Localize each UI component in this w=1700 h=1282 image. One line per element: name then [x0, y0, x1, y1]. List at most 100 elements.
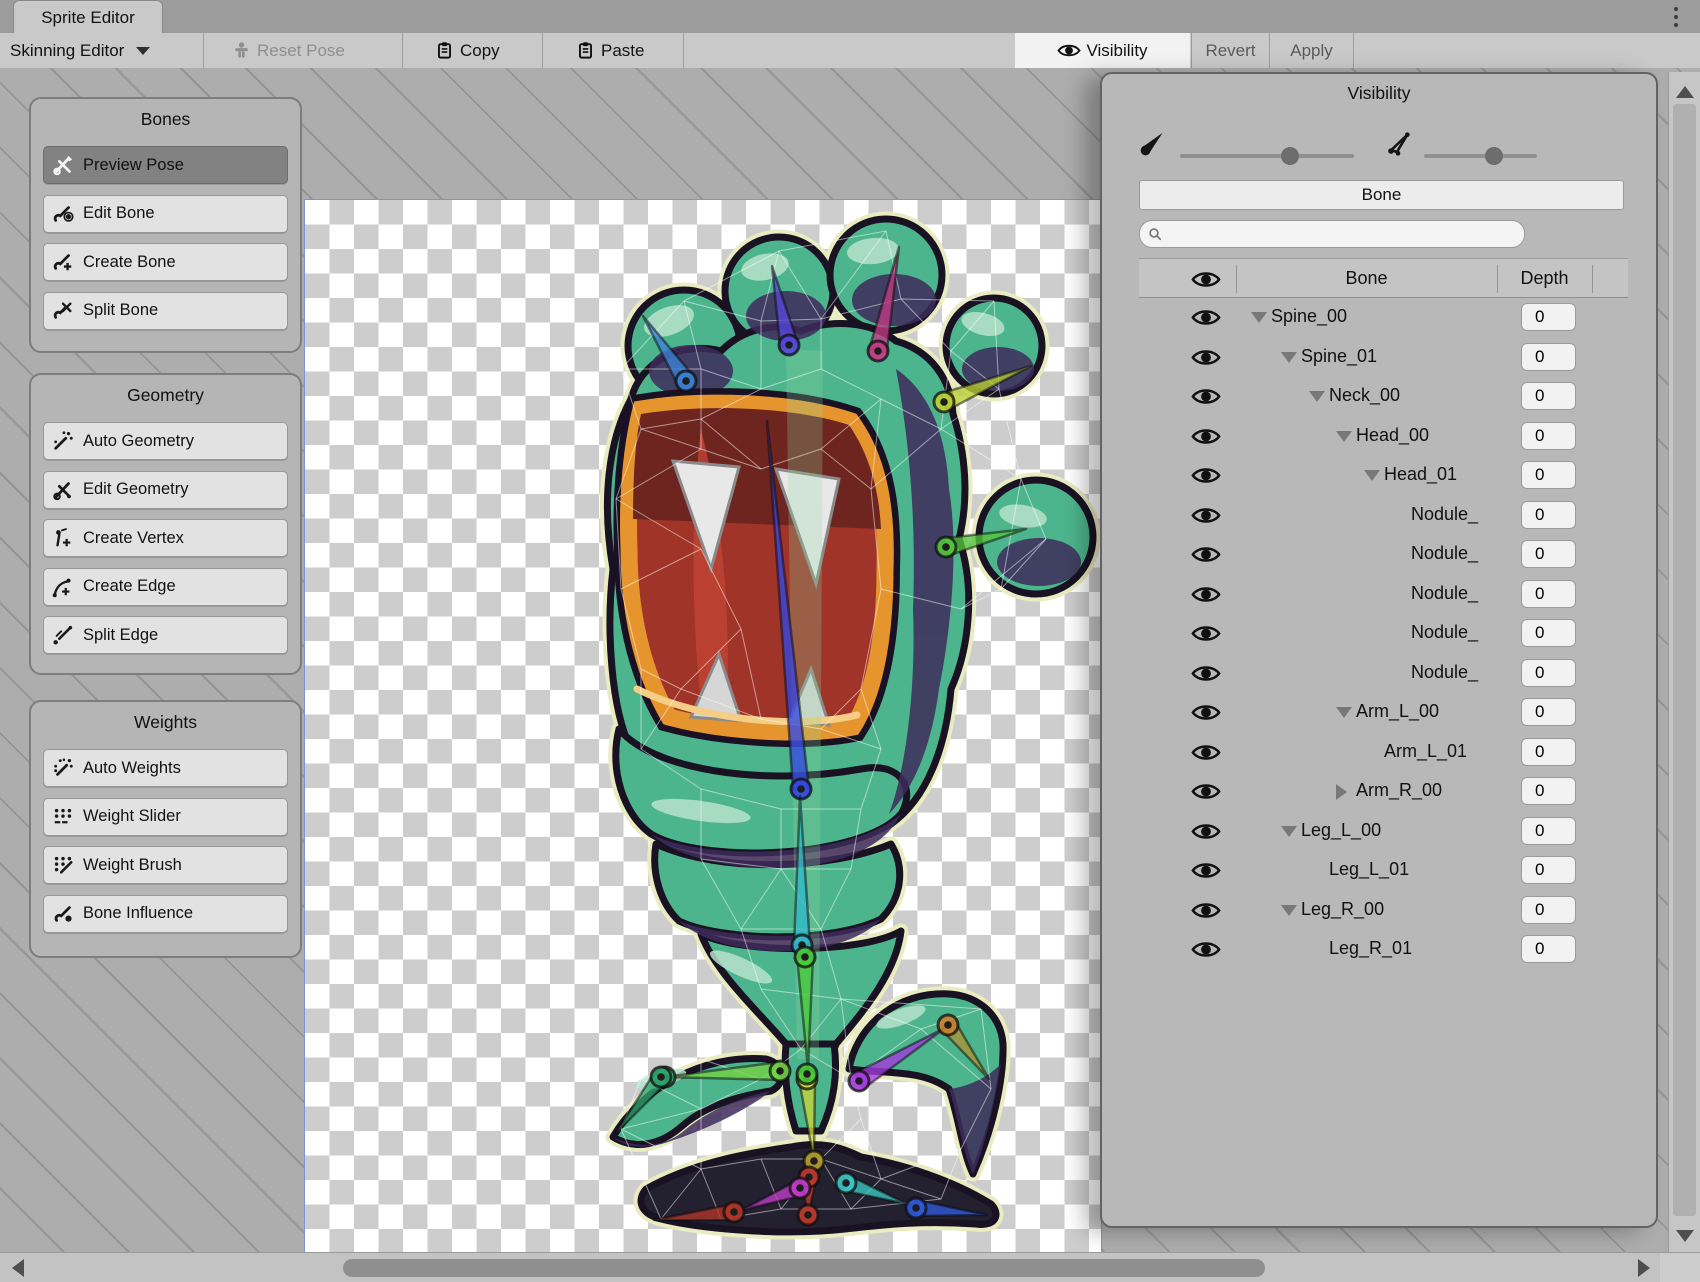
- depth-input[interactable]: [1521, 738, 1576, 766]
- bone-row-arm_r_00[interactable]: Arm_R_00: [1139, 772, 1628, 811]
- depth-input[interactable]: [1521, 698, 1576, 726]
- bone-row-neck_00[interactable]: Neck_00: [1139, 377, 1628, 416]
- eye-visibility-toggle[interactable]: [1191, 939, 1221, 960]
- search-input[interactable]: [1168, 223, 1512, 247]
- mesh-opacity-slider-track[interactable]: [1424, 154, 1537, 158]
- reset-pose-button[interactable]: Reset Pose: [232, 33, 345, 68]
- bone-row-head_01[interactable]: Head_01: [1139, 456, 1628, 495]
- depth-input[interactable]: [1521, 856, 1576, 884]
- bone-row-nodule_[interactable]: Nodule_: [1139, 654, 1628, 693]
- bone-opacity-slider-track[interactable]: [1180, 154, 1354, 158]
- bone-row-arm_l_00[interactable]: Arm_L_00: [1139, 693, 1628, 732]
- scroll-right-icon[interactable]: [1638, 1259, 1650, 1277]
- tool-button-create-edge[interactable]: Create Edge: [43, 568, 288, 606]
- tool-button-preview-pose[interactable]: Preview Pose: [43, 146, 288, 184]
- expander-down-icon[interactable]: [1281, 826, 1297, 837]
- depth-input[interactable]: [1521, 896, 1576, 924]
- expander-right-icon[interactable]: [1336, 784, 1347, 800]
- expander-down-icon[interactable]: [1281, 905, 1297, 916]
- vertical-scrollbar-thumb[interactable]: [1673, 104, 1696, 1216]
- eye-visibility-toggle[interactable]: [1191, 465, 1221, 486]
- eye-visibility-toggle[interactable]: [1191, 386, 1221, 407]
- depth-input[interactable]: [1521, 659, 1576, 687]
- visibility-toggle-button[interactable]: Visibility: [1015, 33, 1190, 68]
- expander-down-icon[interactable]: [1281, 352, 1297, 363]
- bone-row-nodule_[interactable]: Nodule_: [1139, 575, 1628, 614]
- expander-down-icon[interactable]: [1251, 312, 1267, 323]
- depth-input[interactable]: [1521, 619, 1576, 647]
- depth-input[interactable]: [1521, 501, 1576, 529]
- tool-button-create-bone[interactable]: Create Bone: [43, 243, 288, 281]
- eye-visibility-toggle[interactable]: [1191, 742, 1221, 763]
- tool-button-edit-geometry[interactable]: Edit Geometry: [43, 471, 288, 509]
- tool-button-bone-influence[interactable]: Bone Influence: [43, 895, 288, 933]
- bone-row-arm_l_01[interactable]: Arm_L_01: [1139, 733, 1628, 772]
- eye-visibility-toggle[interactable]: [1191, 544, 1221, 565]
- depth-input[interactable]: [1521, 817, 1576, 845]
- expander-down-icon[interactable]: [1336, 707, 1352, 718]
- scroll-down-icon[interactable]: [1676, 1230, 1694, 1242]
- skinning-editor-dropdown[interactable]: Skinning Editor: [10, 33, 150, 68]
- depth-input[interactable]: [1521, 540, 1576, 568]
- bone-row-nodule_[interactable]: Nodule_: [1139, 535, 1628, 574]
- bone-row-nodule_[interactable]: Nodule_: [1139, 496, 1628, 535]
- tool-button-split-bone[interactable]: Split Bone: [43, 292, 288, 330]
- copy-button[interactable]: Copy: [435, 33, 500, 68]
- bone-row-leg_l_01[interactable]: Leg_L_01: [1139, 851, 1628, 890]
- apply-button[interactable]: Apply: [1270, 33, 1353, 68]
- horizontal-scrollbar-thumb[interactable]: [343, 1259, 1265, 1277]
- expander-down-icon[interactable]: [1309, 391, 1325, 402]
- bone-create-icon: [52, 251, 74, 273]
- bone-row-head_00[interactable]: Head_00: [1139, 417, 1628, 456]
- eye-visibility-toggle[interactable]: [1191, 781, 1221, 802]
- horizontal-scrollbar[interactable]: [0, 1252, 1660, 1282]
- depth-input[interactable]: [1521, 422, 1576, 450]
- depth-input[interactable]: [1521, 382, 1576, 410]
- tool-button-auto-geometry[interactable]: Auto Geometry: [43, 422, 288, 460]
- sprite-canvas[interactable]: [304, 199, 1102, 1266]
- bone-row-spine_00[interactable]: Spine_00: [1139, 298, 1628, 337]
- tool-button-edit-bone[interactable]: Edit Bone: [43, 195, 288, 233]
- expander-down-icon[interactable]: [1336, 431, 1352, 442]
- bone-row-leg_l_00[interactable]: Leg_L_00: [1139, 812, 1628, 851]
- bone-row-nodule_[interactable]: Nodule_: [1139, 614, 1628, 653]
- bone-row-leg_r_00[interactable]: Leg_R_00: [1139, 891, 1628, 930]
- tool-button-weight-brush[interactable]: Weight Brush: [43, 846, 288, 884]
- revert-button[interactable]: Revert: [1192, 33, 1269, 68]
- eye-visibility-toggle[interactable]: [1191, 426, 1221, 447]
- tab-sprite-editor[interactable]: Sprite Editor: [13, 0, 163, 34]
- eye-visibility-toggle[interactable]: [1191, 821, 1221, 842]
- depth-input[interactable]: [1521, 303, 1576, 331]
- depth-input[interactable]: [1521, 461, 1576, 489]
- depth-input[interactable]: [1521, 777, 1576, 805]
- scrollbar-corner: [1660, 1252, 1700, 1282]
- tool-button-split-edge[interactable]: Split Edge: [43, 616, 288, 654]
- eye-visibility-toggle[interactable]: [1191, 347, 1221, 368]
- mesh-opacity-slider-knob[interactable]: [1485, 147, 1503, 165]
- bone-row-leg_r_01[interactable]: Leg_R_01: [1139, 930, 1628, 969]
- bone-search-field[interactable]: [1139, 220, 1525, 248]
- scroll-left-icon[interactable]: [12, 1259, 24, 1277]
- depth-input[interactable]: [1521, 580, 1576, 608]
- tool-button-weight-slider[interactable]: Weight Slider: [43, 798, 288, 836]
- tab-bone[interactable]: Bone: [1139, 180, 1624, 210]
- eye-visibility-toggle[interactable]: [1191, 663, 1221, 684]
- eye-visibility-toggle[interactable]: [1191, 623, 1221, 644]
- eye-visibility-toggle[interactable]: [1191, 307, 1221, 328]
- tool-button-auto-weights[interactable]: Auto Weights: [43, 749, 288, 787]
- tool-button-create-vertex[interactable]: Create Vertex: [43, 519, 288, 557]
- depth-input[interactable]: [1521, 935, 1576, 963]
- eye-visibility-toggle[interactable]: [1191, 505, 1221, 526]
- eye-visibility-toggle[interactable]: [1191, 900, 1221, 921]
- eye-visibility-toggle[interactable]: [1191, 860, 1221, 881]
- depth-input[interactable]: [1521, 343, 1576, 371]
- bone-row-spine_01[interactable]: Spine_01: [1139, 338, 1628, 377]
- vertical-scrollbar[interactable]: [1668, 72, 1700, 1252]
- eye-visibility-toggle[interactable]: [1191, 584, 1221, 605]
- bone-opacity-slider-knob[interactable]: [1281, 147, 1299, 165]
- expander-down-icon[interactable]: [1364, 470, 1380, 481]
- paste-button[interactable]: Paste: [576, 33, 644, 68]
- scroll-up-icon[interactable]: [1676, 86, 1694, 98]
- eye-visibility-toggle[interactable]: [1191, 702, 1221, 723]
- kebab-menu-icon[interactable]: [1666, 3, 1686, 31]
